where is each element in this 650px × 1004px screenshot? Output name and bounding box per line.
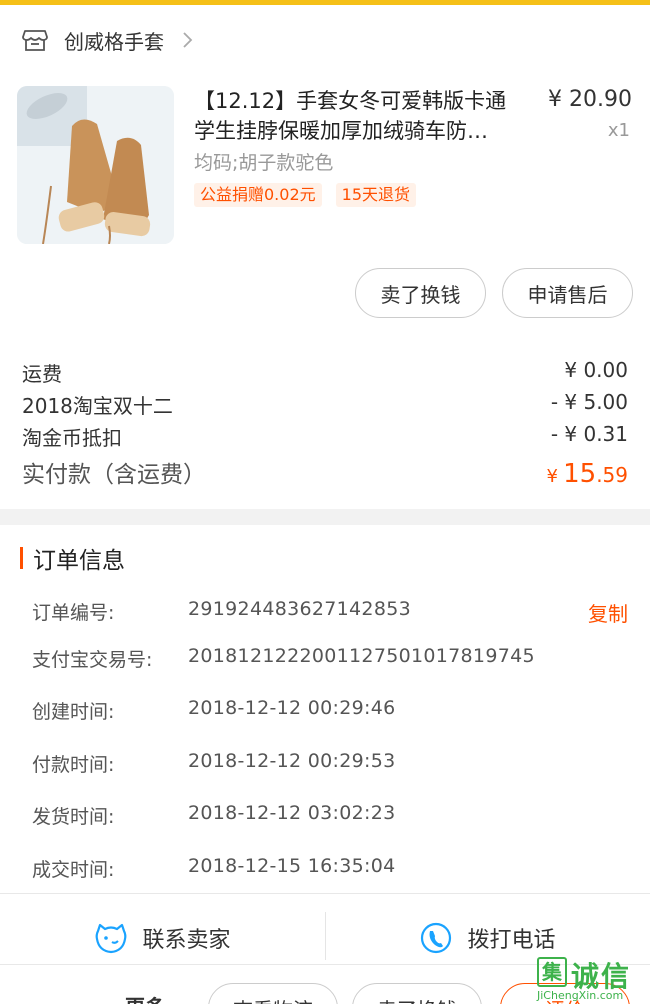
product-tags: 公益捐赠0.02元 15天退货 (194, 183, 417, 207)
contact-seller-button[interactable]: 联系卖家 (0, 912, 325, 964)
fee-value: ¥ 0.00 (564, 358, 628, 382)
shop-header[interactable]: 创威格手套 (0, 5, 650, 75)
info-label: 创建时间: (32, 701, 115, 723)
product-quantity: x1 (607, 120, 630, 141)
payment-amount: ¥ 15.59 (547, 459, 628, 489)
payment-label: 实付款（含运费） (22, 462, 206, 488)
product-title[interactable]: 【12.12】手套女冬可爱韩版卡通 学生挂脖保暖加厚加绒骑车防… (194, 86, 534, 146)
fee-label: 运费 (22, 362, 62, 386)
created-time-row: 创建时间: 2018-12-12 00:29:46 (32, 697, 632, 724)
chat-bubble-icon (96, 923, 127, 954)
section-divider (0, 509, 650, 525)
info-value: 2018-12-12 00:29:46 (188, 697, 396, 719)
info-label: 发货时间: (32, 806, 115, 828)
chevron-right-icon (183, 32, 193, 48)
payment-total: 实付款（含运费） ¥ 15.59 (22, 455, 628, 489)
info-label: 成交时间: (32, 859, 115, 881)
sell-for-cash-bottom-button[interactable]: 卖了换钱 (352, 983, 482, 1004)
info-label: 支付宝交易号: (32, 649, 153, 671)
info-value: 2018121222001127501017819745 (188, 645, 535, 667)
info-value: 2018-12-12 03:02:23 (188, 802, 396, 824)
copy-button[interactable]: 复制 (588, 598, 628, 627)
fee-row-discount: 2018淘宝双十二 - ¥ 5.00 (22, 390, 628, 419)
glove-image-icon (17, 86, 174, 244)
after-sale-button[interactable]: 申请售后 (502, 268, 633, 318)
watermark: 集 诚信 JiChengXin.com (527, 955, 650, 1004)
section-accent-bar (20, 547, 23, 569)
order-info-header: 订单信息 (20, 543, 125, 574)
view-logistics-button[interactable]: 查看物流 (208, 983, 338, 1004)
charity-tag: 公益捐赠0.02元 (194, 183, 322, 207)
fee-value: - ¥ 5.00 (550, 390, 628, 414)
more-button[interactable]: 更多 (125, 991, 165, 1004)
alipay-trade-row: 支付宝交易号: 2018121222001127501017819745 (32, 645, 632, 672)
completed-time-row: 成交时间: 2018-12-15 16:35:04 (32, 855, 632, 882)
call-phone-label: 拨打电话 (467, 928, 556, 953)
product-title-line2: 学生挂脖保暖加厚加绒骑车防… (194, 119, 488, 143)
product-sku: 均码;胡子款驼色 (194, 152, 334, 174)
order-info-title: 订单信息 (33, 548, 125, 574)
product-image[interactable] (17, 86, 174, 244)
payment-decimal: .59 (596, 463, 628, 487)
order-number-row: 订单编号: 291924483627142853 (32, 598, 632, 625)
divider-line (0, 893, 650, 894)
return-tag: 15天退货 (335, 183, 417, 207)
vertical-separator (325, 912, 326, 960)
phone-icon (421, 922, 452, 954)
info-label: 付款时间: (32, 754, 115, 776)
shop-name: 创威格手套 (64, 29, 164, 54)
store-icon (22, 30, 48, 51)
fee-label: 淘金币抵扣 (22, 426, 122, 450)
sell-for-cash-button[interactable]: 卖了换钱 (355, 268, 486, 318)
payment-currency: ¥ (546, 466, 558, 487)
fee-label: 2018淘宝双十二 (22, 394, 173, 418)
watermark-sub: JiChengXin.com (537, 989, 624, 1002)
info-value: 2018-12-15 16:35:04 (188, 855, 396, 877)
watermark-box: 集 (537, 957, 567, 987)
fee-value: - ¥ 0.31 (550, 422, 628, 446)
info-value: 2018-12-12 00:29:53 (188, 750, 396, 772)
info-label: 订单编号: (32, 602, 115, 624)
payment-integer: 15 (563, 459, 597, 489)
info-value: 291924483627142853 (188, 598, 411, 620)
fee-row-shipping: 运费 ¥ 0.00 (22, 358, 628, 387)
product-title-line1: 【12.12】手套女冬可爱韩版卡通 (194, 89, 507, 113)
paid-time-row: 付款时间: 2018-12-12 00:29:53 (32, 750, 632, 777)
shipped-time-row: 发货时间: 2018-12-12 03:02:23 (32, 802, 632, 829)
fee-row-coins: 淘金币抵扣 - ¥ 0.31 (22, 422, 628, 451)
product-price: ¥ 20.90 (548, 87, 632, 112)
contact-seller-label: 联系卖家 (142, 928, 231, 953)
